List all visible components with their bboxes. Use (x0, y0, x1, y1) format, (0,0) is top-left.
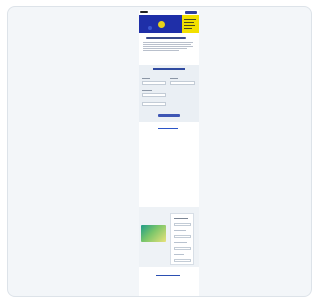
hero-banner (139, 15, 199, 33)
intro-text-line (143, 48, 187, 49)
top-cta-button[interactable] (185, 11, 197, 14)
hero-text-panel (182, 15, 199, 33)
first-name-field[interactable] (142, 81, 166, 85)
contact-form (139, 65, 199, 122)
hero-graphic (158, 21, 165, 28)
intro-text-line (143, 50, 179, 51)
intro-text-line (143, 42, 193, 43)
hero-graphic-dot (148, 26, 152, 30)
field-label (142, 90, 152, 91)
promo-input[interactable] (174, 247, 191, 250)
last-name-field[interactable] (170, 81, 195, 85)
form-title (153, 68, 185, 70)
intro-text-line (143, 44, 191, 45)
phone-field[interactable] (142, 102, 166, 106)
preview-card (7, 6, 312, 297)
promo-signup-card (170, 213, 194, 265)
promo-input[interactable] (174, 223, 191, 226)
intro-text-line (143, 46, 193, 47)
field-label (170, 78, 178, 79)
page-thumbnail[interactable] (139, 10, 199, 296)
field-label (142, 78, 150, 79)
bottom-link[interactable] (156, 275, 180, 276)
promo-image (141, 225, 166, 242)
site-logo[interactable] (140, 11, 148, 13)
promo-input[interactable] (174, 259, 191, 262)
promo-input[interactable] (174, 235, 191, 238)
submit-button[interactable] (158, 114, 180, 117)
promo-section (139, 207, 199, 267)
intro-heading (146, 37, 186, 39)
text-link[interactable] (158, 128, 178, 129)
email-field[interactable] (142, 93, 166, 97)
